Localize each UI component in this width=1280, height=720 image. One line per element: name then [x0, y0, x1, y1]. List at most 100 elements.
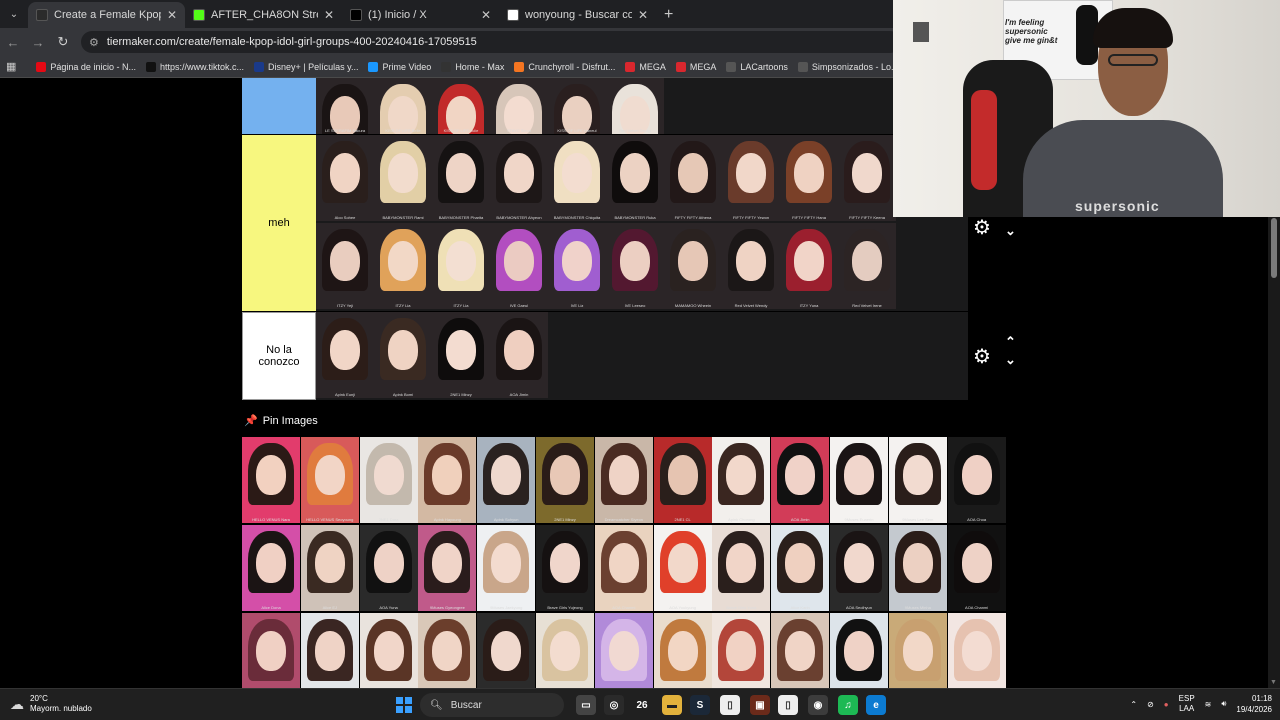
tray-expand-chevron-icon[interactable]: ⌃	[1130, 700, 1137, 709]
bookmark-item[interactable]: Prime Video	[368, 61, 431, 72]
idol-image[interactable]	[947, 613, 1006, 688]
notes-icon[interactable]: ▯	[778, 695, 798, 715]
taskbar-search[interactable]: 🔍︎ Buscar	[420, 693, 564, 717]
volume-icon[interactable]: 🔊︎	[1221, 699, 1226, 709]
tier-label[interactable]: meh	[242, 135, 316, 311]
idol-image[interactable]: BABYMONSTER Pharita	[432, 135, 490, 221]
close-tab-icon[interactable]: ✕	[481, 8, 491, 22]
idol-image[interactable]: Alice EJ	[300, 525, 359, 611]
idol-image[interactable]	[536, 613, 594, 688]
idol-image[interactable]	[359, 613, 418, 688]
folder-icon[interactable]: ▬	[662, 695, 682, 715]
clock[interactable]: 01:18 19/4/2026	[1236, 693, 1272, 715]
idol-image[interactable]: FIFTY FIFTY Yewon	[722, 135, 780, 221]
idol-image[interactable]: Alice Karin	[771, 525, 830, 611]
idol-image[interactable]	[477, 613, 536, 688]
idol-image[interactable]: Red Velvet Wendy	[722, 223, 780, 309]
forward-arrow-icon[interactable]: →	[26, 30, 50, 54]
browser-tab[interactable]: Create a Female Kpop Idol Girl ✕	[28, 2, 185, 28]
idol-image[interactable]: Red Velvet Seulgi	[606, 78, 664, 134]
idol-image[interactable]	[300, 613, 359, 688]
idol-image[interactable]: AOA Jimin	[771, 437, 830, 523]
idol-image[interactable]: IVE Leeseo	[606, 223, 664, 309]
language-indicator[interactable]: ESP LAA	[1179, 694, 1195, 714]
idol-image[interactable]: FIFTY FIFTY Athena	[664, 135, 722, 221]
idol-image[interactable]: MAMAMOO Wheein	[664, 223, 722, 309]
idol-image[interactable]: 2NE1 CL	[653, 437, 712, 523]
close-tab-icon[interactable]: ✕	[324, 8, 334, 22]
spotify-icon[interactable]: ♫	[838, 695, 858, 715]
idol-image[interactable]	[830, 613, 888, 688]
idol-image[interactable]: BABYMONSTER Ruka	[606, 135, 664, 221]
idol-image[interactable]: Aloo Sohee	[316, 135, 374, 221]
move-down-chevron-icon[interactable]: ⌄	[1005, 352, 1016, 368]
idol-image[interactable]: AOA Chanmi	[594, 525, 653, 611]
move-down-chevron-icon[interactable]: ⌄	[1005, 223, 1016, 239]
idol-image[interactable]: Apink Chorong	[712, 437, 771, 523]
idol-image[interactable]: STAYC Sieun	[490, 78, 548, 134]
chrome-icon[interactable]: ◉	[808, 695, 828, 715]
idol-image[interactable]: Alice Dona	[242, 525, 300, 611]
idol-image[interactable]	[418, 613, 477, 688]
bookmark-item[interactable]: Disney+ | Películas y...	[253, 61, 358, 72]
back-arrow-icon[interactable]: ←	[1, 30, 25, 54]
idol-image[interactable]: AOA Chanmi	[947, 525, 1006, 611]
close-tab-icon[interactable]: ✕	[638, 8, 648, 22]
idol-image[interactable]: Red Velvet Irene	[838, 223, 896, 309]
idol-image[interactable]: HELLO VENUS Seoyoung	[300, 437, 359, 523]
bookmark-item[interactable]: Home - Max	[441, 61, 504, 72]
idol-image[interactable]: ITZY Lia	[374, 223, 432, 309]
idol-image[interactable]: HELLO VENUS Nara	[242, 437, 300, 523]
site-info-icon[interactable]: ⚙	[89, 36, 99, 49]
close-tab-icon[interactable]: ✕	[167, 8, 177, 22]
idol-image[interactable]: Brave Girls Yuna	[712, 525, 771, 611]
idol-image[interactable]: 9Muses Euaerin	[830, 437, 888, 523]
idol-image[interactable]: 9Muses Gyeongree	[418, 525, 477, 611]
bookmark-item[interactable]: LACartoons	[726, 61, 788, 72]
network-muted-icon[interactable]: ⊘	[1147, 700, 1154, 709]
idol-image[interactable]	[594, 613, 653, 688]
idol-image[interactable]	[771, 613, 830, 688]
tier-label[interactable]	[242, 78, 316, 134]
idol-image[interactable]: BABYMONSTER Chiquita	[548, 135, 606, 221]
idol-image[interactable]	[888, 613, 947, 688]
address-bar[interactable]: ⚙ tiermaker.com/create/female-kpop-idol-…	[81, 31, 901, 53]
bookmark-item[interactable]: MEGA	[625, 61, 666, 72]
browser-tab[interactable]: AFTER_CHA8ON Stream - Watch ✕	[185, 2, 342, 28]
browser-tab[interactable]: (1) Inicio / X ✕	[342, 2, 499, 28]
pin-images-header[interactable]: 📌 Pin Images	[244, 414, 318, 428]
idol-image[interactable]: KISS OF LIFE Julie	[432, 78, 490, 134]
file-explorer-icon[interactable]: ▭	[576, 695, 596, 715]
idol-image[interactable]: BABYMONSTER Rami	[374, 135, 432, 221]
idol-image[interactable]: 9Muses Jaekyung	[477, 525, 536, 611]
idol-image[interactable]: 2NE1 Minzy	[536, 437, 594, 523]
idol-image[interactable]: ITZY Yuna	[780, 223, 838, 309]
apps-grid-icon[interactable]: ▦	[6, 60, 16, 73]
idol-image[interactable]: ITZY Lia	[432, 223, 490, 309]
bookmark-item[interactable]: Simpsonizados - Lo...	[797, 61, 893, 72]
idol-image[interactable]: AOA Youkyung	[653, 525, 712, 611]
new-tab-button[interactable]: +	[656, 2, 681, 28]
idol-image[interactable]	[653, 613, 712, 688]
game-icon[interactable]: ▣	[750, 695, 770, 715]
idol-image[interactable]: LE SSERAFIM Sakura	[316, 78, 374, 134]
bookmark-item[interactable]: https://www.tiktok.c...	[145, 61, 244, 72]
tier-settings-gear-icon[interactable]: ⚙	[973, 215, 991, 240]
reload-icon[interactable]: ↻	[51, 30, 75, 54]
idol-image[interactable]: AOA Yuna	[359, 525, 418, 611]
idol-image[interactable]: FIFTY FIFTY Keena	[838, 135, 896, 221]
bookmark-item[interactable]: MEGA	[675, 61, 716, 72]
idol-image[interactable]: IVE Liz	[548, 223, 606, 309]
idol-image[interactable]: KISS OF LIFE Belle	[374, 78, 432, 134]
bookmark-item[interactable]: Crunchyroll - Disfrut...	[514, 61, 615, 72]
calendar-icon[interactable]: 26	[632, 695, 652, 715]
idol-image[interactable]: 2NE1 Minzy	[432, 312, 490, 398]
browser-tab[interactable]: wonyoung - Buscar con Google ✕	[499, 2, 656, 28]
idol-image[interactable]: BABYMONSTER Ahyeon	[490, 135, 548, 221]
weather-widget[interactable]: ☁ 20°C Mayorm. nublado	[10, 694, 92, 714]
idol-image[interactable]	[242, 613, 300, 688]
idol-image[interactable]: Dreamcatcher Siyeon	[594, 437, 653, 523]
idol-image[interactable]: 9Muses Lee Sem	[888, 437, 947, 523]
chrome-alt-icon[interactable]: ◎	[604, 695, 624, 715]
bookmark-item[interactable]: Página de inicio - N...	[36, 61, 136, 72]
